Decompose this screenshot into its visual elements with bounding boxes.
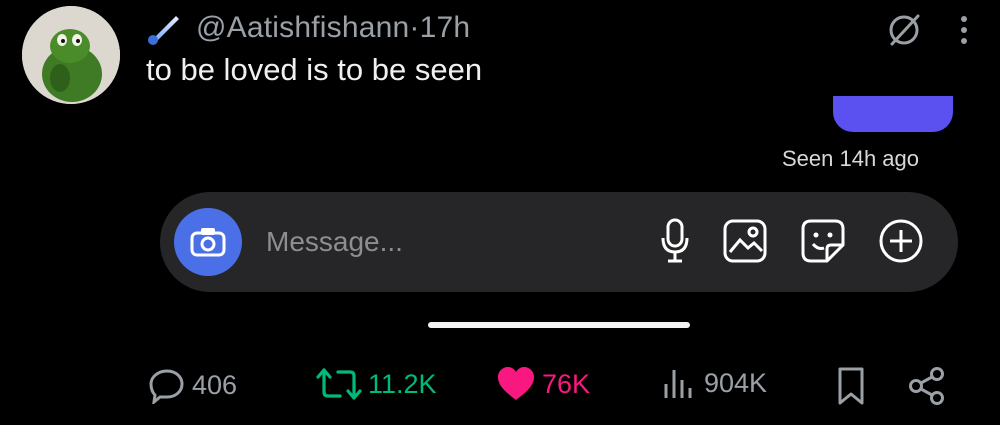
grok-icon[interactable] bbox=[884, 10, 924, 50]
camera-icon bbox=[190, 228, 226, 257]
message-composer: Message... bbox=[160, 192, 958, 292]
post-text: to be loved is to be seen bbox=[146, 52, 483, 87]
post-header: @Aatishfishann · 17h bbox=[146, 8, 470, 48]
views-count: 904K bbox=[704, 367, 768, 398]
heart-icon bbox=[498, 367, 534, 400]
mic-icon[interactable] bbox=[660, 218, 690, 269]
home-indicator bbox=[428, 322, 690, 328]
seen-status: Seen 14h ago bbox=[782, 146, 920, 171]
share-icon bbox=[909, 367, 944, 405]
repost-button[interactable]: 11.2K bbox=[316, 366, 437, 402]
post-timestamp[interactable]: 17h bbox=[420, 11, 471, 45]
sent-message-bubble bbox=[833, 96, 953, 132]
post-actions-bar: 406 11.2K 76K 904K bbox=[0, 360, 1000, 416]
bookmark-icon bbox=[838, 367, 864, 405]
avatar[interactable] bbox=[22, 6, 120, 104]
message-input[interactable]: Message... bbox=[266, 226, 403, 258]
gallery-icon[interactable] bbox=[722, 218, 768, 269]
repost-icon bbox=[316, 368, 362, 400]
views-icon bbox=[664, 370, 692, 398]
reply-icon bbox=[149, 369, 184, 404]
like-count: 76K bbox=[542, 368, 591, 399]
post-author-handle[interactable]: @Aatishfishann bbox=[196, 11, 409, 45]
share-button[interactable] bbox=[908, 366, 952, 406]
reply-button[interactable]: 406 bbox=[148, 366, 237, 404]
repost-count: 11.2K bbox=[368, 368, 437, 399]
views-button[interactable]: 904K bbox=[662, 366, 767, 400]
more-icon[interactable] bbox=[958, 12, 970, 48]
frog-avatar-image bbox=[22, 6, 120, 104]
sticker-icon[interactable] bbox=[800, 218, 846, 269]
reply-count: 406 bbox=[192, 369, 238, 400]
post-separator: · bbox=[409, 11, 420, 44]
bookmark-button[interactable] bbox=[836, 366, 872, 406]
composer-actions bbox=[660, 218, 924, 269]
comet-emoji-icon bbox=[148, 16, 179, 45]
plus-icon[interactable] bbox=[878, 218, 924, 269]
post-top-actions bbox=[884, 10, 970, 50]
like-button[interactable]: 76K bbox=[496, 366, 590, 402]
camera-button[interactable] bbox=[174, 208, 242, 276]
